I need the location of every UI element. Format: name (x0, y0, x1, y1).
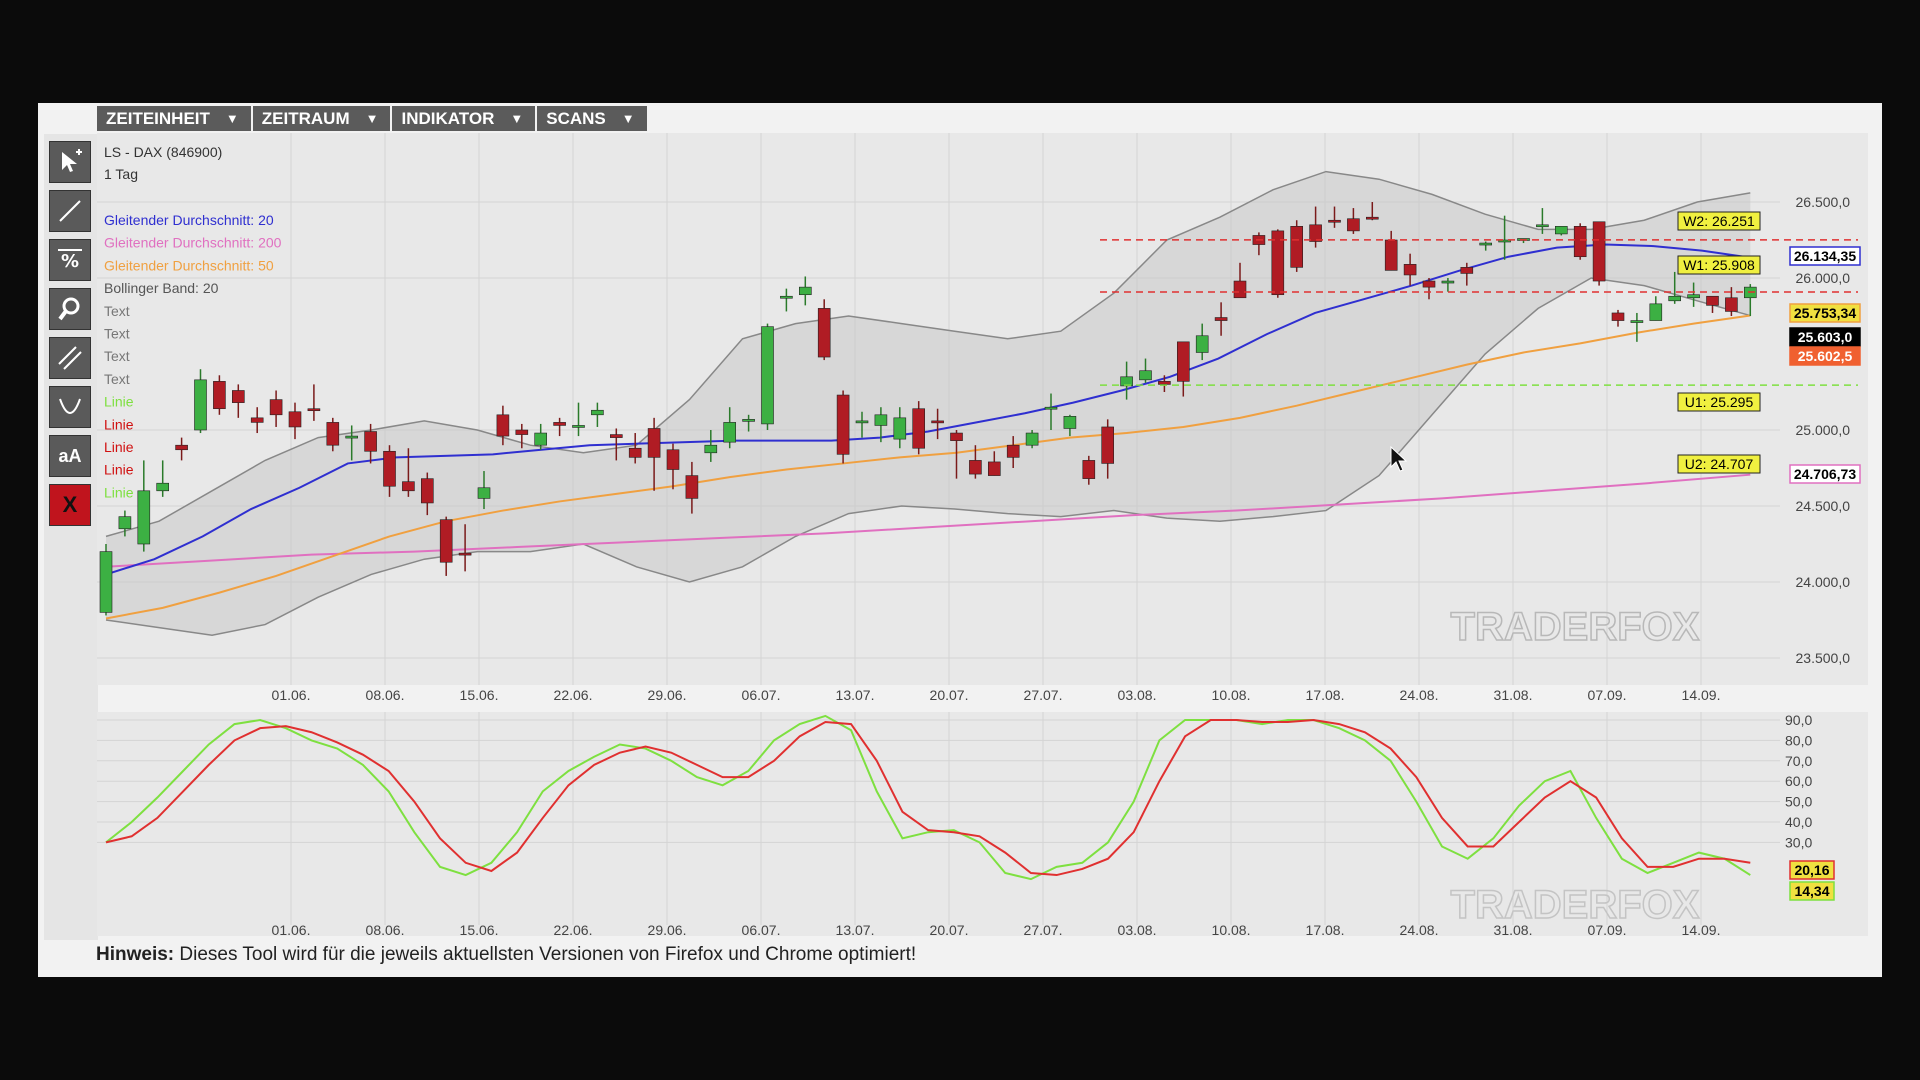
osc-tick-label: 60,0 (1785, 773, 1812, 789)
x-tick-label: 01.06. (272, 687, 311, 703)
level-label: W1: 25.908 (1683, 257, 1755, 273)
x-tick-label: 15.06. (460, 687, 499, 703)
legend-item[interactable]: Text (104, 326, 130, 342)
x-tick-label: 27.07. (1024, 922, 1063, 938)
price-tag-label: 25.603,0 (1798, 329, 1853, 345)
x-tick-label: 03.08. (1118, 922, 1157, 938)
legend-item[interactable]: Bollinger Band: 20 (104, 280, 219, 296)
x-tick-label: 14.09. (1682, 687, 1721, 703)
x-tick-label: 13.07. (836, 922, 875, 938)
x-tick-label: 29.06. (648, 687, 687, 703)
candle (912, 401, 926, 455)
osc-tag-label: 20,16 (1794, 862, 1829, 878)
x-tick-label: 17.08. (1306, 922, 1345, 938)
x-tick-label: 10.08. (1212, 687, 1251, 703)
osc-tick-label: 50,0 (1785, 794, 1812, 810)
x-tick-label: 24.08. (1400, 687, 1439, 703)
candle (1290, 220, 1303, 272)
x-tick-label: 20.07. (930, 922, 969, 938)
instrument-title: LS - DAX (846900) (104, 144, 222, 160)
footer-notice: Hinweis: Dieses Tool wird für die jeweil… (96, 944, 916, 966)
x-tick-label: 17.08. (1306, 687, 1345, 703)
osc-tick-label: 70,0 (1785, 753, 1812, 769)
osc-tick-label: 40,0 (1785, 814, 1812, 830)
price-tag-label: 26.134,35 (1794, 248, 1856, 264)
candle (1592, 221, 1606, 286)
price-tag-label: 25.753,34 (1794, 305, 1856, 321)
legend-item[interactable]: Linie (104, 462, 134, 478)
candle (836, 390, 850, 464)
legend-item[interactable]: Gleitender Durchschnitt: 200 (104, 235, 282, 251)
legend-item[interactable]: Linie (104, 439, 134, 455)
watermark-logo: TRADERFOX (1451, 605, 1700, 649)
osc-tick-label: 90,0 (1785, 712, 1812, 728)
x-tick-label: 27.07. (1024, 687, 1063, 703)
osc-tag-label: 14,34 (1794, 883, 1829, 899)
price-tick-label: 26.000,0 (1796, 270, 1851, 286)
x-tick-label: 22.06. (554, 922, 593, 938)
level-label: W2: 26.251 (1683, 213, 1755, 229)
osc-tick-label: 30,0 (1785, 834, 1812, 850)
x-tick-label: 13.07. (836, 687, 875, 703)
candle (817, 299, 831, 361)
level-label: U1: 25.295 (1685, 394, 1754, 410)
x-tick-label: 07.09. (1588, 687, 1627, 703)
x-tick-label: 06.07. (742, 922, 781, 938)
price-tick-label: 24.000,0 (1796, 574, 1851, 590)
candle (1555, 226, 1568, 236)
x-tick-label: 08.06. (366, 922, 405, 938)
price-tag-label: 25.602,5 (1798, 348, 1853, 364)
osc-tick-label: 80,0 (1785, 732, 1812, 748)
watermark-logo: TRADERFOX (1451, 883, 1700, 927)
price-tick-label: 25.000,0 (1796, 422, 1851, 438)
x-tick-label: 03.08. (1118, 687, 1157, 703)
footer-notice-label: Hinweis: (96, 944, 175, 965)
legend-item[interactable]: Linie (104, 484, 134, 500)
x-tick-label: 24.08. (1400, 922, 1439, 938)
legend-item[interactable]: Text (104, 348, 130, 364)
price-tick-label: 24.500,0 (1796, 498, 1851, 514)
legend-item[interactable]: Text (104, 371, 130, 387)
x-tick-label: 06.07. (742, 687, 781, 703)
x-tick-label: 01.06. (272, 922, 311, 938)
legend-item[interactable]: Text (104, 303, 130, 319)
legend-item[interactable]: Linie (104, 394, 134, 410)
footer-notice-text: Dieses Tool wird für die jeweils aktuell… (174, 944, 917, 965)
legend-item[interactable]: Gleitender Durchschnitt: 20 (104, 212, 274, 228)
legend-item[interactable]: Linie (104, 416, 134, 432)
chart-canvas[interactable]: 01.06. 01.06. 08.06. 08.06. 15.06. 15.06. 22.0… (0, 0, 1920, 1080)
legend-item[interactable]: Gleitender Durchschnitt: 50 (104, 257, 274, 273)
mouse-cursor-icon (1390, 445, 1408, 472)
price-tag-label: 24.706,73 (1794, 466, 1856, 482)
candle (761, 323, 774, 430)
candle (213, 375, 226, 415)
x-tick-label: 15.06. (460, 922, 499, 938)
x-tick-label: 10.08. (1212, 922, 1251, 938)
x-tick-label: 22.06. (554, 687, 593, 703)
candle (99, 544, 113, 616)
x-tick-label: 29.06. (648, 922, 687, 938)
price-tick-label: 23.500,0 (1796, 650, 1851, 666)
timeframe-label: 1 Tag (104, 166, 138, 182)
level-label: U2: 24.707 (1685, 456, 1754, 472)
price-tick-label: 26.500,0 (1796, 194, 1851, 210)
x-tick-label: 08.06. (366, 687, 405, 703)
candle (1573, 223, 1587, 260)
x-tick-label: 20.07. (930, 687, 969, 703)
x-tick-label: 31.08. (1494, 687, 1533, 703)
